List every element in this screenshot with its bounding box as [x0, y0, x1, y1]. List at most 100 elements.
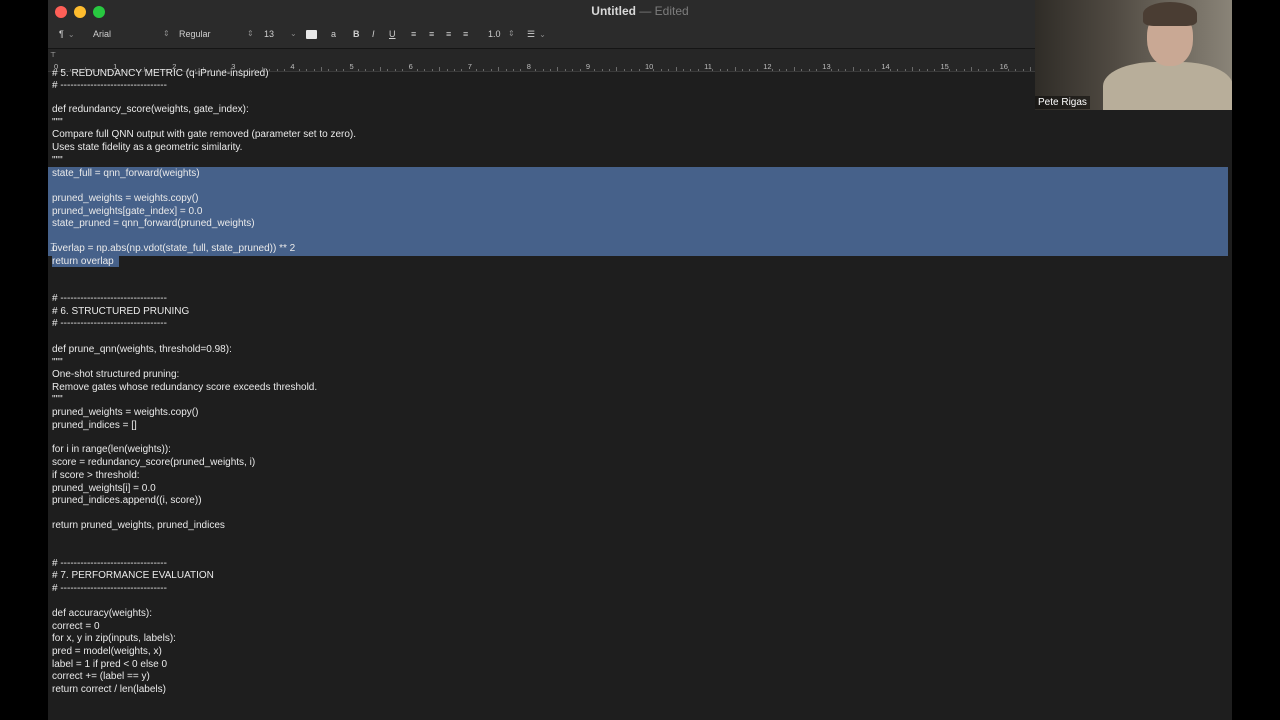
ruler-label: 12: [763, 62, 772, 71]
ruler-tick: [365, 69, 367, 71]
list-style-menu[interactable]: ☰ ⌄: [527, 29, 546, 40]
font-family-select[interactable]: Arial ⇕: [93, 29, 170, 39]
code-line[interactable]: def prune_qnn(weights, threshold=0.98):: [52, 344, 232, 356]
paragraph-style-label: ¶: [59, 29, 64, 39]
ruler-tick: [904, 69, 906, 71]
ruler-tick: [439, 67, 441, 71]
code-line[interactable]: for x, y in zip(inputs, labels):: [52, 633, 176, 645]
ruler-tick: [631, 69, 633, 71]
stepper-icon: ⇕: [247, 29, 254, 38]
code-line[interactable]: # 5. REDUNDANCY METRIC (q-iPrune-inspire…: [52, 68, 269, 80]
ruler-tick: [985, 69, 987, 71]
ruler-tick: [616, 67, 618, 71]
align-right-icon[interactable]: ≡: [446, 29, 451, 39]
code-line[interactable]: correct = 0: [52, 621, 100, 633]
underline-button[interactable]: U: [389, 29, 396, 39]
document-body[interactable]: # 5. REDUNDANCY METRIC (q-iPrune-inspire…: [48, 68, 1232, 720]
paragraph-style-menu[interactable]: ¶ ⌄: [59, 29, 75, 39]
code-line[interactable]: # --------------------------------: [52, 318, 167, 330]
code-line[interactable]: correct += (label == y): [52, 671, 150, 683]
code-line[interactable]: One-shot structured pruning:: [52, 369, 179, 381]
ruler-tick: [852, 67, 854, 71]
code-line[interactable]: state_pruned = qnn_forward(pruned_weight…: [52, 218, 255, 230]
ruler-tick: [660, 69, 662, 71]
code-line[interactable]: # --------------------------------: [52, 558, 167, 570]
ruler-tick: [298, 69, 300, 71]
code-line[interactable]: pruned_weights = weights.copy(): [52, 193, 198, 205]
code-line[interactable]: Remove gates whose redundancy score exce…: [52, 382, 317, 394]
code-line[interactable]: pruned_indices.append((i, score)): [52, 495, 202, 507]
code-line[interactable]: """: [52, 155, 63, 167]
text-color-swatch[interactable]: [306, 30, 317, 39]
align-center-icon[interactable]: ≡: [429, 29, 434, 39]
code-line[interactable]: # --------------------------------: [52, 583, 167, 595]
ruler-tick: [505, 69, 507, 71]
ruler-label: 9: [585, 62, 591, 71]
code-line[interactable]: pred = model(weights, x): [52, 646, 162, 658]
bold-button[interactable]: B: [353, 29, 360, 39]
code-line[interactable]: label = 1 if pred < 0 else 0: [52, 659, 167, 671]
ruler-tick: [461, 69, 463, 71]
code-line[interactable]: # 7. PERFORMANCE EVALUATION: [52, 570, 214, 582]
video-call-tile[interactable]: Pete Rigas: [1035, 0, 1232, 110]
code-line[interactable]: def accuracy(weights):: [52, 608, 152, 620]
ruler-tick: [675, 67, 677, 71]
font-style-value: Regular: [179, 29, 211, 39]
code-line[interactable]: # --------------------------------: [52, 293, 167, 305]
italic-button[interactable]: I: [372, 29, 375, 39]
ruler-tick: [978, 69, 980, 71]
code-line[interactable]: def redundancy_score(weights, gate_index…: [52, 104, 249, 116]
mouse-cursor-icon: ⌶: [50, 240, 58, 254]
ruler-tick: [682, 69, 684, 71]
code-line[interactable]: return correct / len(labels): [52, 684, 166, 696]
ruler-tick: [372, 69, 374, 71]
text-highlight-button[interactable]: a: [331, 29, 336, 39]
font-style-select[interactable]: Regular ⇕: [179, 29, 254, 39]
line-spacing-select[interactable]: 1.0 ⇕: [488, 29, 515, 39]
ruler-tick: [394, 69, 396, 71]
code-line[interactable]: return pruned_weights, pruned_indices: [52, 520, 225, 532]
code-line[interactable]: Uses state fidelity as a geometric simil…: [52, 142, 242, 154]
code-line[interactable]: # --------------------------------: [52, 80, 167, 92]
ruler-tick: [431, 69, 433, 71]
code-line[interactable]: pruned_weights[gate_index] = 0.0: [52, 206, 202, 218]
align-left-icon[interactable]: ≡: [411, 29, 416, 39]
font-size-select[interactable]: 13 ⌄: [264, 29, 297, 39]
code-line[interactable]: state_full = qnn_forward(weights): [52, 168, 200, 180]
ruler-tick: [749, 69, 751, 71]
code-line[interactable]: """: [52, 357, 63, 369]
ruler-tick: [609, 69, 611, 71]
ruler-label: 5: [349, 62, 354, 71]
ruler-tick: [387, 69, 389, 71]
code-line[interactable]: # 6. STRUCTURED PRUNING: [52, 306, 189, 318]
font-size-value: 13: [264, 29, 275, 39]
chevron-down-icon: ⌄: [290, 29, 297, 38]
code-line[interactable]: if score > threshold:: [52, 470, 140, 482]
ruler-tick: [601, 69, 603, 71]
ruler-tick: [653, 69, 655, 71]
code-line[interactable]: """: [52, 117, 63, 129]
code-line[interactable]: pruned_weights[i] = 0.0: [52, 483, 156, 495]
ruler-tick: [830, 69, 832, 71]
participant-body: [1103, 62, 1232, 110]
code-line[interactable]: overlap = np.abs(np.vdot(state_full, sta…: [52, 243, 295, 255]
ruler-tick: [269, 69, 271, 71]
ruler-tick: [875, 69, 876, 71]
ruler-tick: [919, 69, 921, 71]
ruler-label: 7: [467, 62, 472, 71]
ruler-tick: [860, 69, 862, 71]
ruler-tick: [926, 69, 928, 71]
code-line[interactable]: for i in range(len(weights)):: [52, 444, 171, 456]
align-justify-icon[interactable]: ≡: [463, 29, 468, 39]
code-line[interactable]: score = redundancy_score(pruned_weights,…: [52, 457, 255, 469]
code-line[interactable]: pruned_indices = []: [52, 420, 137, 432]
ruler-tick: [867, 69, 869, 71]
code-line[interactable]: pruned_weights = weights.copy(): [52, 407, 198, 419]
code-line[interactable]: Compare full QNN output with gate remove…: [52, 129, 356, 141]
ruler-tick: [719, 69, 721, 71]
code-line[interactable]: """: [52, 394, 63, 406]
tab-stop-icon[interactable]: ⊤: [50, 51, 56, 59]
ruler-tick: [1007, 69, 1009, 71]
code-line[interactable]: return overlap: [52, 256, 114, 268]
ruler-tick: [446, 69, 448, 71]
